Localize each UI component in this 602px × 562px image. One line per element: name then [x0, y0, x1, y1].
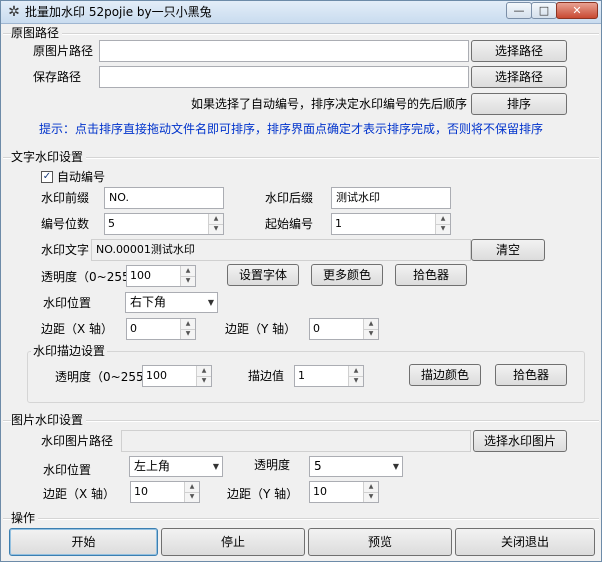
- exit-button[interactable]: 关闭退出: [455, 528, 595, 556]
- start-number-label: 起始编号: [265, 217, 314, 231]
- digits-label: 编号位数: [41, 217, 90, 231]
- spin-down-icon[interactable]: ▼: [209, 224, 223, 234]
- margin-x-stepper[interactable]: 0 ▲ ▼: [126, 318, 196, 340]
- stroke-opacity-stepper[interactable]: 100 ▲ ▼: [142, 365, 212, 387]
- image-position-value: 左上角: [134, 459, 171, 473]
- gear-icon: ✲: [8, 4, 20, 20]
- opacity-stepper[interactable]: 100 ▲ ▼: [126, 265, 196, 287]
- margin-x-value: 0: [130, 322, 137, 335]
- position-value: 右下角: [130, 295, 167, 309]
- stop-button[interactable]: 停止: [161, 528, 305, 556]
- image-margin-x-stepper[interactable]: 10 ▲ ▼: [130, 481, 200, 503]
- image-position-label: 水印位置: [43, 463, 92, 477]
- wm-text-label: 水印文字: [41, 243, 90, 257]
- preview-button[interactable]: 预览: [308, 528, 452, 556]
- image-margin-y-value: 10: [313, 485, 327, 498]
- image-opacity-value: 5: [314, 459, 322, 473]
- spin-down-icon[interactable]: ▼: [185, 492, 199, 502]
- window-title: 批量加水印 52pojie by一只小黑兔: [25, 5, 212, 19]
- margin-y-stepper[interactable]: 0 ▲ ▼: [309, 318, 379, 340]
- start-button[interactable]: 开始: [9, 528, 158, 556]
- source-section-title: 原图路径: [11, 25, 63, 41]
- close-button[interactable]: ✕: [556, 2, 598, 19]
- spin-down-icon[interactable]: ▼: [349, 376, 363, 386]
- spin-down-icon[interactable]: ▼: [436, 224, 450, 234]
- image-opacity-label: 透明度: [254, 458, 291, 472]
- position-label: 水印位置: [43, 296, 92, 310]
- select-image-button[interactable]: 选择水印图片: [473, 430, 567, 452]
- select-orig-path-button[interactable]: 选择路径: [471, 40, 567, 62]
- title-bar[interactable]: ✲ 批量加水印 52pojie by一只小黑兔 — □ ✕: [1, 1, 601, 24]
- digits-value: 5: [108, 217, 115, 230]
- minimize-button[interactable]: —: [506, 2, 532, 19]
- image-position-select[interactable]: 左上角 ▼: [129, 456, 223, 477]
- select-save-path-button[interactable]: 选择路径: [471, 66, 567, 88]
- section-divider: [3, 518, 599, 520]
- auto-number-label: 自动编号: [57, 170, 106, 184]
- opacity-value: 100: [130, 269, 151, 282]
- start-number-value: 1: [335, 217, 342, 230]
- spin-down-icon[interactable]: ▼: [364, 492, 378, 502]
- section-divider: [3, 420, 599, 422]
- more-colors-button[interactable]: 更多颜色: [311, 264, 383, 286]
- prefix-label: 水印前缀: [41, 191, 90, 205]
- image-wm-section-title: 图片水印设置: [11, 412, 87, 428]
- main-window: ✲ 批量加水印 52pojie by一只小黑兔 — □ ✕ 原图路径 原图片路径…: [0, 0, 602, 562]
- text-wm-section-title: 文字水印设置: [11, 149, 87, 165]
- prefix-input[interactable]: NO.: [104, 187, 224, 209]
- stroke-value: 1: [298, 369, 305, 382]
- stroke-value-label: 描边值: [248, 369, 285, 383]
- stroke-opacity-label: 透明度（0~255）: [55, 370, 156, 384]
- image-path-input[interactable]: [121, 430, 471, 452]
- margin-y-label: 边距（Y 轴）: [225, 322, 297, 336]
- suffix-label: 水印后缀: [265, 191, 314, 205]
- digits-stepper[interactable]: 5 ▲ ▼: [104, 213, 224, 235]
- save-path-label: 保存路径: [33, 70, 82, 84]
- save-path-input[interactable]: [99, 66, 469, 88]
- maximize-button[interactable]: □: [531, 2, 557, 19]
- image-opacity-select[interactable]: 5 ▼: [309, 456, 403, 477]
- color-picker-button[interactable]: 拾色器: [395, 264, 467, 286]
- chevron-down-icon: ▼: [207, 298, 214, 307]
- section-divider: [3, 33, 599, 35]
- image-margin-y-stepper[interactable]: 10 ▲ ▼: [309, 481, 379, 503]
- image-margin-x-value: 10: [134, 485, 148, 498]
- set-font-button[interactable]: 设置字体: [227, 264, 299, 286]
- actions-section-title: 操作: [11, 510, 39, 526]
- spin-down-icon[interactable]: ▼: [197, 376, 211, 386]
- stroke-section-title: 水印描边设置: [31, 343, 108, 359]
- stroke-opacity-value: 100: [146, 369, 167, 382]
- orig-path-input[interactable]: [99, 40, 469, 62]
- image-margin-y-label: 边距（Y 轴）: [227, 487, 299, 501]
- auto-number-checkbox[interactable]: ✓: [41, 171, 53, 183]
- clear-button[interactable]: 清空: [471, 239, 545, 261]
- stroke-value-stepper[interactable]: 1 ▲ ▼: [294, 365, 364, 387]
- sort-hint: 提示：点击排序直接拖动文件名即可排序，排序界面点确定才表示排序完成，否则将不保留…: [39, 122, 544, 136]
- section-divider: [3, 157, 599, 159]
- position-select[interactable]: 右下角 ▼: [125, 292, 218, 313]
- stroke-picker-button[interactable]: 拾色器: [495, 364, 567, 386]
- image-path-label: 水印图片路径: [41, 434, 114, 448]
- orig-path-label: 原图片路径: [33, 44, 94, 58]
- spin-down-icon[interactable]: ▼: [364, 329, 378, 339]
- suffix-input[interactable]: 测试水印: [331, 187, 451, 209]
- wm-text-field[interactable]: NO.00001测试水印: [91, 239, 471, 261]
- chevron-down-icon: ▼: [212, 462, 219, 471]
- sort-button[interactable]: 排序: [471, 93, 567, 115]
- chevron-down-icon: ▼: [392, 462, 399, 471]
- start-number-stepper[interactable]: 1 ▲ ▼: [331, 213, 451, 235]
- spin-down-icon[interactable]: ▼: [181, 276, 195, 286]
- spin-down-icon[interactable]: ▼: [181, 329, 195, 339]
- margin-y-value: 0: [313, 322, 320, 335]
- image-margin-x-label: 边距（X 轴）: [43, 487, 116, 501]
- margin-x-label: 边距（X 轴）: [41, 322, 114, 336]
- sort-note: 如果选择了自动编号，排序决定水印编号的先后顺序: [191, 97, 468, 111]
- stroke-color-button[interactable]: 描边颜色: [409, 364, 481, 386]
